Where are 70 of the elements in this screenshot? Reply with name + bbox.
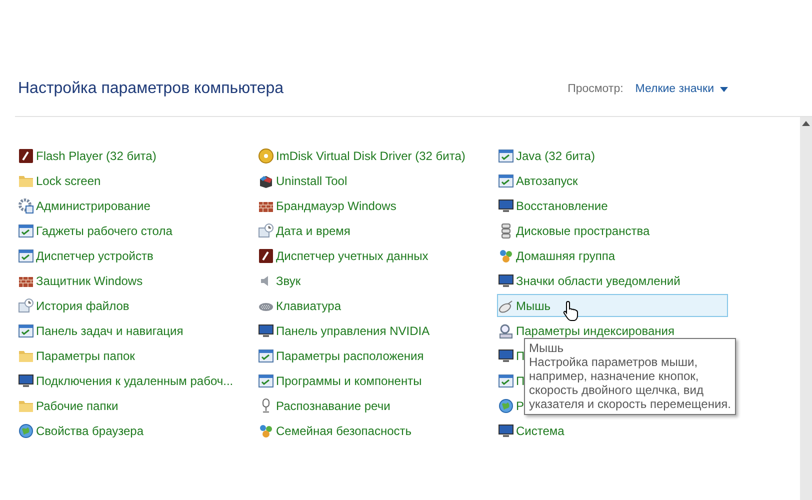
people-icon: [258, 422, 274, 438]
control-panel-item[interactable]: Рабочие папки: [17, 394, 122, 417]
control-panel-item[interactable]: История файлов: [17, 294, 132, 317]
window-icon: [258, 372, 274, 388]
app-tile-icon: [258, 248, 274, 264]
control-panel-item[interactable]: П: [497, 344, 528, 367]
control-panel-item[interactable]: Р: [497, 394, 528, 417]
control-panel-item[interactable]: Восстановление: [497, 194, 611, 217]
window-icon: [18, 322, 34, 338]
globe-icon: [498, 398, 514, 414]
control-panel-item[interactable]: Мышь: [497, 294, 728, 317]
window-icon: [18, 222, 34, 238]
window-icon: [498, 148, 514, 164]
control-panel-item[interactable]: Защитник Windows: [17, 269, 146, 292]
scroll-up-icon[interactable]: [802, 121, 810, 126]
window-icon: [18, 248, 34, 264]
control-panel-item[interactable]: Подключения к удаленным рабоч...: [17, 369, 236, 392]
control-panel-item[interactable]: Диспетчер учетных данных: [257, 244, 432, 267]
control-panel-item[interactable]: Система: [497, 419, 568, 442]
monitor-icon: [258, 322, 274, 338]
disc-icon: [258, 148, 274, 164]
control-panel-item[interactable]: Гаджеты рабочего стола: [17, 219, 176, 242]
window-icon: [258, 348, 274, 364]
control-panel-item[interactable]: ImDisk Virtual Disk Driver (32 бита): [257, 144, 468, 167]
scrollbar[interactable]: [800, 117, 812, 500]
caret-icon: [720, 86, 728, 92]
control-panel-item[interactable]: Java (32 бита): [497, 144, 598, 167]
control-panel-item[interactable]: Параметры индексирования: [497, 319, 678, 342]
control-panel-item[interactable]: Брандмауэр Windows: [257, 194, 400, 217]
control-panel-item[interactable]: Flash Player (32 бита): [17, 144, 160, 167]
window-icon: [498, 372, 514, 388]
monitor-icon: [18, 372, 34, 388]
control-panel-item[interactable]: Администрирование: [17, 194, 154, 217]
control-panel-item[interactable]: Lock screen: [17, 169, 104, 192]
control-panel-item[interactable]: Панель управления NVIDIA: [257, 319, 433, 342]
control-panel-item[interactable]: Параметры папок: [17, 344, 138, 367]
control-panel-item[interactable]: Дисковые пространства: [497, 219, 653, 242]
page-title: Настройка параметров компьютера: [18, 80, 285, 98]
control-panel-item[interactable]: Распознавание речи: [257, 394, 394, 417]
app-tile-icon: [18, 148, 34, 164]
gear-icon: [18, 198, 34, 214]
hand-cursor-icon: [563, 300, 579, 322]
control-panel-item[interactable]: Клавиатура: [257, 294, 344, 317]
control-panel-item[interactable]: Звук: [257, 269, 304, 292]
control-panel-item[interactable]: Uninstall Tool: [257, 169, 350, 192]
control-panel-item[interactable]: Диспетчер устройств: [17, 244, 156, 267]
tooltip-text: Настройка параметров мыши, например, назначение кнопок, скорость двойного щелчка, вид указателя и скорость перемещения.: [529, 355, 731, 411]
monitor-icon: [498, 422, 514, 438]
people-icon: [498, 248, 514, 264]
monitor-icon: [498, 198, 514, 214]
control-panel-item[interactable]: Параметры расположения: [257, 344, 427, 367]
control-panel-item[interactable]: Значки области уведомлений: [497, 269, 684, 292]
control-panel-item[interactable]: Автозапуск: [497, 169, 581, 192]
tooltip-title: Мышь: [529, 341, 564, 355]
control-panel-item[interactable]: Дата и время: [257, 219, 354, 242]
control-panel-item[interactable]: Программы и компоненты: [257, 369, 425, 392]
control-panel-item[interactable]: Панель задач и навигация: [17, 319, 186, 342]
control-panel-item[interactable]: Свойства браузера: [17, 419, 147, 442]
monitor-icon: [498, 348, 514, 364]
mouse-icon: [498, 298, 514, 314]
window-icon: [498, 172, 514, 188]
control-panel-item[interactable]: Семейная безопасность: [257, 419, 415, 442]
view-label: Просмотр:: [568, 83, 624, 95]
monitor-icon: [498, 272, 514, 288]
globe-icon: [18, 422, 34, 438]
control-panel-item[interactable]: Домашняя группа: [497, 244, 618, 267]
view-dropdown[interactable]: Мелкие значки: [635, 83, 728, 95]
control-panel-item[interactable]: П: [497, 369, 528, 392]
clock-icon: [258, 222, 274, 238]
clock-icon: [18, 298, 34, 314]
